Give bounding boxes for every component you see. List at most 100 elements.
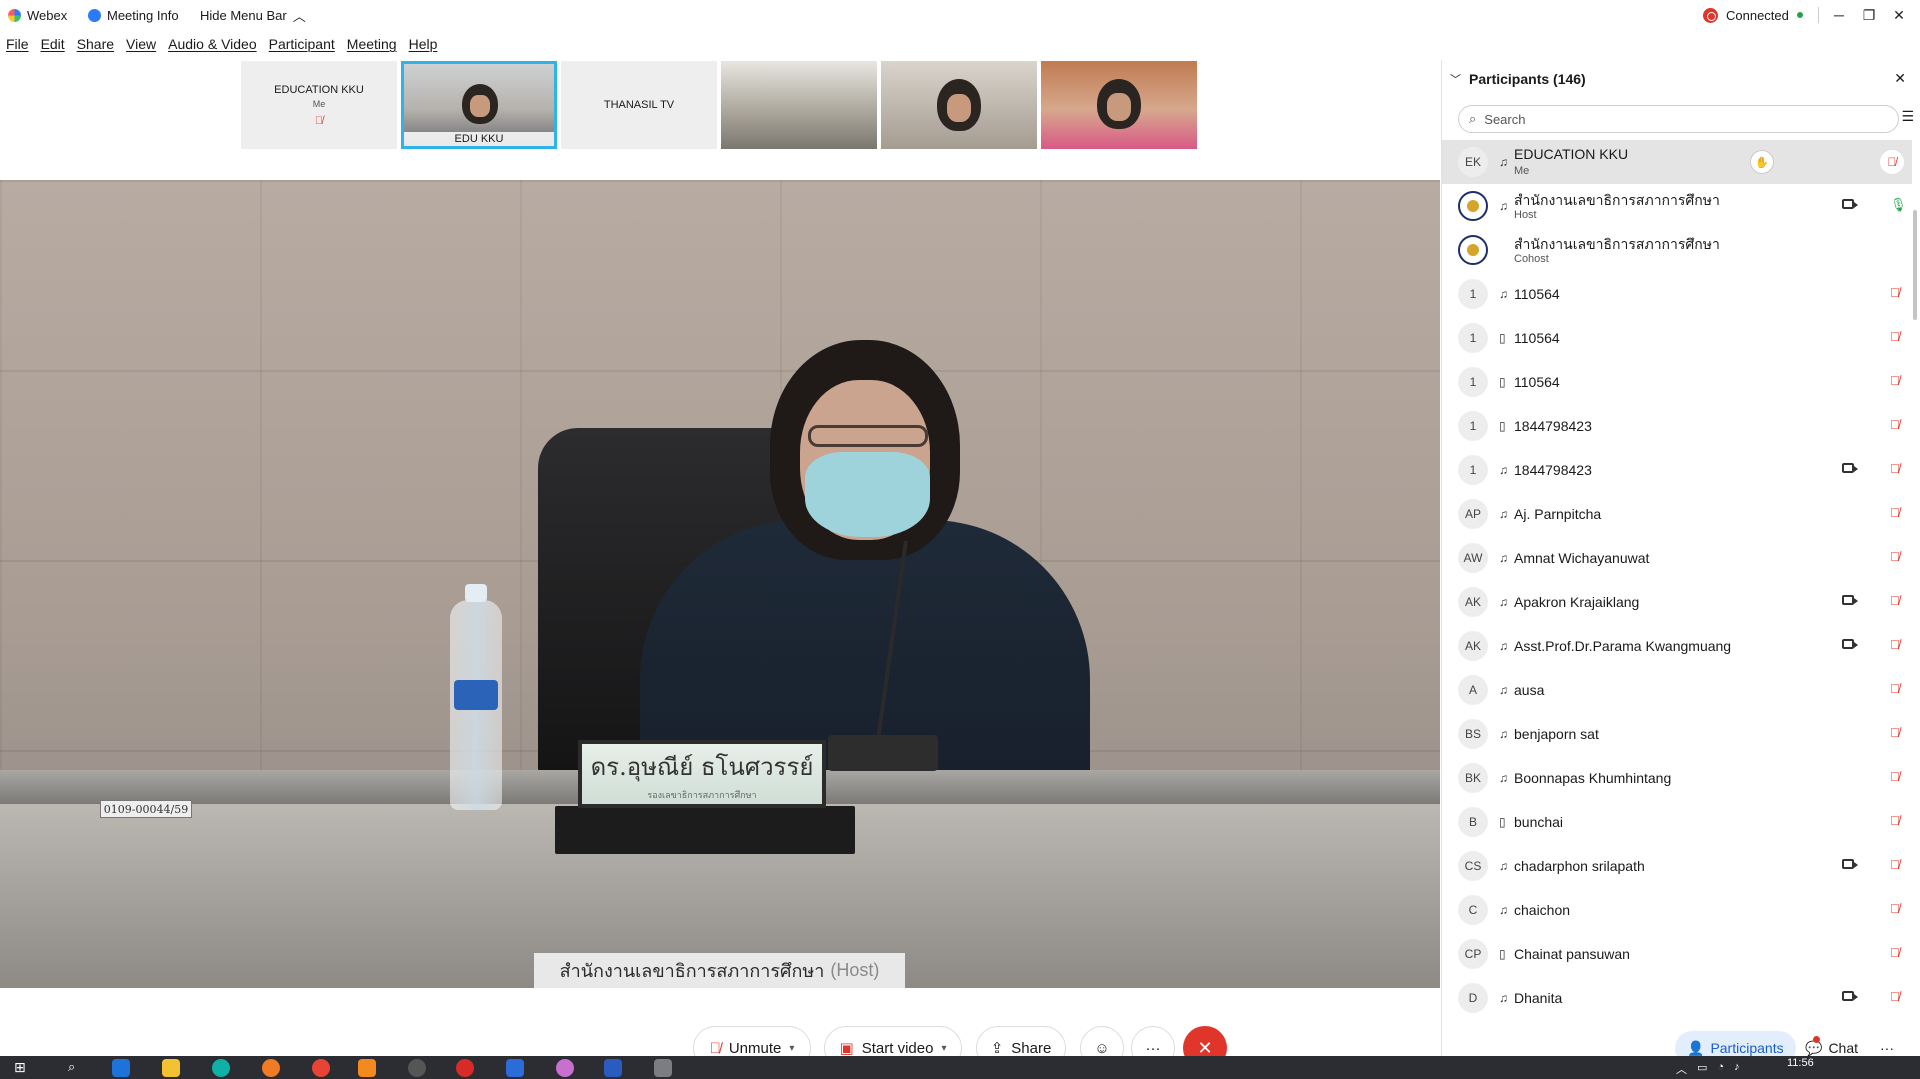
chevron-up-icon[interactable]: ︿	[1676, 1061, 1687, 1077]
participant-row[interactable]: AK ♫ Apakron Krajaiklang 🎙̸	[1442, 580, 1912, 624]
minimize-icon[interactable]: ─	[1824, 7, 1854, 23]
menu-view[interactable]: View	[126, 36, 156, 52]
wifi-icon[interactable]: ◔	[1717, 1061, 1724, 1077]
participant-name: 110564	[1514, 374, 1560, 390]
muted-mic-icon[interactable]: 🎙̸	[1890, 505, 1900, 520]
file-explorer-icon[interactable]	[162, 1059, 180, 1077]
volume-icon[interactable]: ♪	[1734, 1061, 1740, 1077]
restore-icon[interactable]: ❐	[1854, 7, 1884, 24]
thumbnail-active-speaker[interactable]: EDU KKU	[401, 61, 557, 149]
muted-mic-icon[interactable]: 🎙̸	[1890, 593, 1900, 608]
menu-file[interactable]: File	[6, 36, 29, 52]
muted-mic-icon[interactable]: 🎙̸	[1890, 549, 1900, 564]
participant-row[interactable]: A ♫ ausa 🎙̸	[1442, 668, 1912, 712]
thumbnail-thanasil[interactable]: THANASIL TV	[561, 61, 717, 149]
share-label: Share	[1011, 1039, 1052, 1057]
chevron-down-icon[interactable]: ▾	[941, 1043, 946, 1054]
phone-icon: ▯	[1499, 947, 1506, 961]
participant-row[interactable]: CS ♫ chadarphon srilapath 🎙̸	[1442, 844, 1912, 888]
camera-icon	[1842, 199, 1858, 209]
muted-mic-icon[interactable]: 🎙̸	[1890, 857, 1900, 872]
thumbnail-video-person[interactable]	[881, 61, 1037, 149]
thumbnail-label: EDU KKU	[404, 132, 554, 146]
app-icon[interactable]	[556, 1059, 574, 1077]
edge-browser-icon[interactable]	[212, 1059, 230, 1077]
thumbnail-self[interactable]: EDUCATION KKU Me 🎙̸	[241, 61, 397, 149]
search-icon[interactable]: ⌕	[68, 1059, 86, 1077]
chat-tab-label: Chat	[1828, 1040, 1859, 1056]
muted-mic-icon[interactable]: 🎙̸	[1890, 725, 1900, 740]
participant-row[interactable]: BS ♫ benjaporn sat 🎙̸	[1442, 712, 1912, 756]
muted-mic-icon[interactable]: 🎙̸	[1890, 329, 1900, 344]
participant-row[interactable]: BK ♫ Boonnapas Khumhintang 🎙̸	[1442, 756, 1912, 800]
muted-mic-icon[interactable]: 🎙̸	[1880, 150, 1904, 174]
chevron-down-icon[interactable]: ﹀	[1450, 71, 1461, 87]
thumbnail-video-room[interactable]	[721, 61, 877, 149]
nameplate: ดร.อุษณีย์ ธโนศวรรย์ รองเลขาธิการสภาการศ…	[578, 740, 826, 808]
search-placeholder: Search	[1484, 111, 1526, 127]
participant-row[interactable]: 1 ♫ 110564 🎙̸	[1442, 272, 1912, 316]
close-icon[interactable]: ✕	[1894, 70, 1906, 87]
main-video-stage[interactable]: ดร.อุษณีย์ ธโนศวรรย์ รองเลขาธิการสภาการศ…	[0, 180, 1440, 988]
participant-row[interactable]: สำนักงานเลขาธิการสภาการศึกษา Cohost	[1442, 228, 1912, 272]
participant-name: Chainat pansuwan	[1514, 946, 1630, 962]
menu-share[interactable]: Share	[77, 36, 114, 52]
connection-status[interactable]: Connected	[1703, 0, 1803, 30]
sort-icon[interactable]: ☰	[1901, 108, 1914, 125]
participant-row[interactable]: CP ▯ Chainat pansuwan 🎙̸	[1442, 932, 1912, 976]
participant-row[interactable]: AK ♫ Asst.Prof.Dr.Parama Kwangmuang 🎙̸	[1442, 624, 1912, 668]
menu-participant[interactable]: Participant	[269, 36, 335, 52]
participant-row[interactable]: 1 ▯ 110564 🎙̸	[1442, 360, 1912, 404]
participant-row[interactable]: AW ♫ Amnat Wichayanuwat 🎙̸	[1442, 536, 1912, 580]
clock[interactable]: 11:56	[1787, 1057, 1814, 1069]
participant-row[interactable]: 1 ♫ 1844798423 🎙̸	[1442, 448, 1912, 492]
video-off-icon: ▣	[839, 1040, 854, 1057]
muted-mic-icon[interactable]: 🎙̸	[1890, 901, 1900, 916]
muted-mic-icon[interactable]: 🎙̸	[1890, 637, 1900, 652]
muted-mic-icon[interactable]: 🎙̸	[1890, 813, 1900, 828]
muted-mic-icon[interactable]: 🎙̸	[1890, 945, 1900, 960]
chrome-browser-icon[interactable]	[312, 1059, 330, 1077]
network-icon[interactable]: ▭	[1697, 1061, 1707, 1077]
thumbnail-video-person[interactable]	[1041, 61, 1197, 149]
app-icon[interactable]	[408, 1059, 426, 1077]
search-input[interactable]: ⌕ Search	[1458, 105, 1899, 133]
windows-start-icon[interactable]: ⊞	[14, 1059, 32, 1077]
recorder-app-icon[interactable]	[456, 1059, 474, 1077]
participant-row[interactable]: 1 ▯ 1844798423 🎙̸	[1442, 404, 1912, 448]
participant-row[interactable]: AP ♫ Aj. Parnpitcha 🎙̸	[1442, 492, 1912, 536]
muted-mic-icon[interactable]: 🎙̸	[1890, 769, 1900, 784]
menu-audio-video[interactable]: Audio & Video	[168, 36, 256, 52]
participant-row[interactable]: B ▯ bunchai 🎙̸	[1442, 800, 1912, 844]
firefox-browser-icon[interactable]	[262, 1059, 280, 1077]
participant-row[interactable]: 1 ▯ 110564 🎙̸	[1442, 316, 1912, 360]
hide-menu-bar-button[interactable]: Hide Menu Bar ︿	[200, 0, 306, 30]
participants-panel-header[interactable]: ﹀ Participants (146)	[1442, 60, 1920, 98]
scrollbar[interactable]	[1913, 210, 1917, 320]
participant-name: Dhanita	[1514, 990, 1563, 1006]
meeting-info-button[interactable]: Meeting Info	[88, 0, 179, 30]
participant-row[interactable]: EK ♫ EDUCATION KKU Me ✋ 🎙̸	[1442, 140, 1912, 184]
raise-hand-icon[interactable]: ✋	[1750, 150, 1774, 174]
mic-active-icon[interactable]: 🎙	[1890, 197, 1907, 213]
muted-mic-icon[interactable]: 🎙̸	[1890, 417, 1900, 432]
media-app-icon[interactable]	[358, 1059, 376, 1077]
muted-mic-icon[interactable]: 🎙̸	[1890, 989, 1900, 1004]
share-icon: ⇪	[990, 1040, 1004, 1057]
menu-edit[interactable]: Edit	[41, 36, 65, 52]
webex-app-icon[interactable]	[654, 1059, 672, 1077]
word-app-icon[interactable]	[604, 1059, 622, 1077]
participant-row[interactable]: C ♫ chaichon 🎙̸	[1442, 888, 1912, 932]
muted-mic-icon[interactable]: 🎙̸	[1890, 461, 1900, 476]
muted-mic-icon[interactable]: 🎙̸	[1890, 681, 1900, 696]
chevron-down-icon[interactable]: ▾	[789, 1043, 794, 1054]
mail-app-icon[interactable]	[112, 1059, 130, 1077]
participant-row[interactable]: ♫ สำนักงานเลขาธิการสภาการศึกษา Host 🎙	[1442, 184, 1912, 228]
menu-help[interactable]: Help	[409, 36, 438, 52]
close-window-icon[interactable]: ✕	[1884, 7, 1914, 24]
participant-row[interactable]: D ♫ Dhanita 🎙̸	[1442, 976, 1912, 1020]
video-app-icon[interactable]	[506, 1059, 524, 1077]
menu-meeting[interactable]: Meeting	[347, 36, 397, 52]
muted-mic-icon[interactable]: 🎙̸	[1890, 373, 1900, 388]
muted-mic-icon[interactable]: 🎙̸	[1890, 285, 1900, 300]
